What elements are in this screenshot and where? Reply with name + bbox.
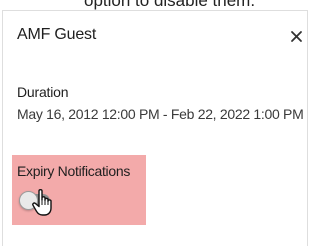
dialog-title: AMF Guest xyxy=(17,26,97,43)
close-icon xyxy=(291,31,302,42)
caption-text: option to disable them. xyxy=(84,0,256,10)
duration-label: Duration xyxy=(17,84,69,100)
caption-strip: option to disable them. xyxy=(0,0,326,10)
close-button[interactable] xyxy=(285,24,309,48)
duration-value: May 16, 2012 12:00 PM - Feb 22, 2022 1:0… xyxy=(17,106,304,122)
expiry-notifications-label: Expiry Notifications xyxy=(17,163,131,179)
hand-pointer-icon xyxy=(30,187,56,217)
